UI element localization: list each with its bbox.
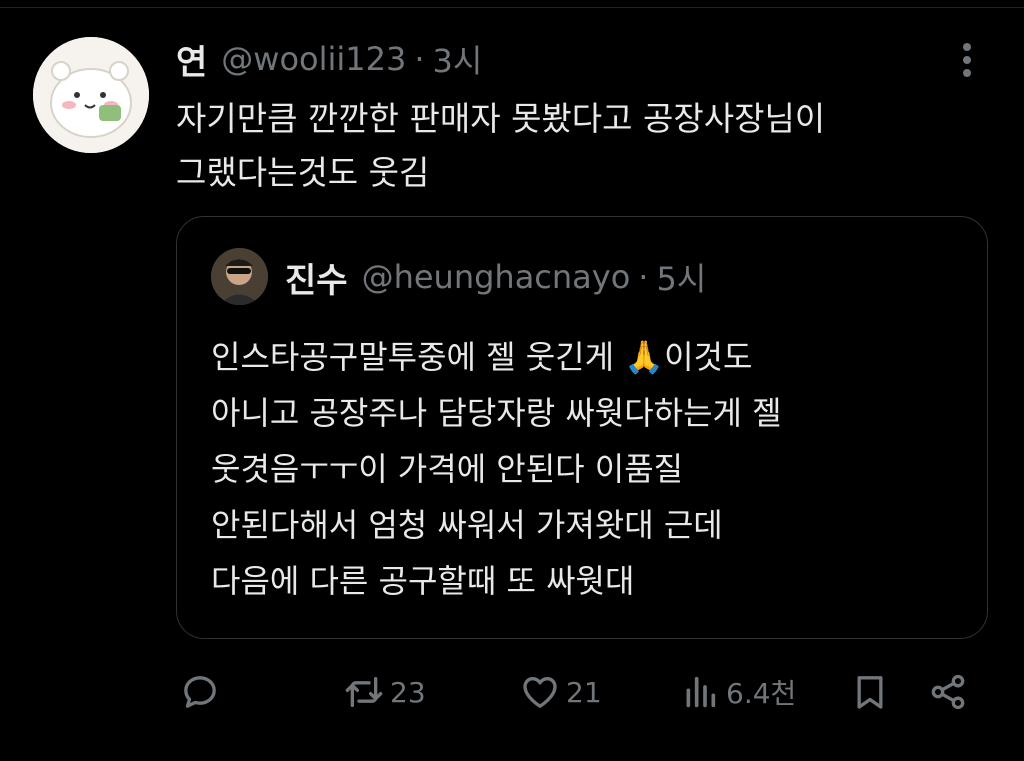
tweet-text-line: 자기만큼 깐깐한 판매자 못봤다고 공장사장님이 bbox=[176, 99, 826, 138]
views-button[interactable]: 6.4천 bbox=[680, 660, 796, 724]
views-icon bbox=[686, 676, 716, 708]
quoted-text-line: 웃겻음ㅜㅜ이 가격에 안된다 이품질 bbox=[211, 450, 684, 488]
heart-icon bbox=[523, 677, 557, 708]
separator-dot: · bbox=[414, 40, 425, 78]
tweet-header: 연 @woolii123 · 3시 bbox=[176, 34, 482, 84]
avatar[interactable] bbox=[33, 37, 149, 153]
user-handle[interactable]: @woolii123 bbox=[221, 40, 406, 78]
views-count: 6.4천 bbox=[726, 677, 797, 710]
retweet-icon bbox=[345, 677, 383, 707]
quoted-text-line: 안된다해서 엄청 싸워서 가져왓대 근데 bbox=[211, 506, 723, 544]
reply-button[interactable] bbox=[180, 660, 220, 724]
retweet-button[interactable]: 23 bbox=[344, 660, 426, 724]
tweet-text: 자기만큼 깐깐한 판매자 못봤다고 공장사장님이 그랬다는것도 웃김 bbox=[176, 92, 976, 200]
quoted-user-handle: @heunghacnayo bbox=[361, 258, 631, 296]
quoted-text-line: 다음에 다른 공구할때 또 싸웟대 bbox=[211, 562, 635, 600]
timestamp[interactable]: 3시 bbox=[433, 36, 483, 82]
tweet-text-line: 그랬다는것도 웃김 bbox=[176, 153, 430, 192]
like-button[interactable]: 21 bbox=[520, 660, 602, 724]
top-divider bbox=[0, 7, 1024, 8]
quoted-text-line: 인스타공구말투중에 젤 웃긴게 🙏이것도 bbox=[211, 338, 753, 376]
share-icon bbox=[931, 674, 965, 710]
bookmark-icon bbox=[857, 676, 883, 709]
quoted-display-name: 진수 bbox=[285, 260, 348, 301]
bookmark-button[interactable] bbox=[850, 660, 890, 724]
quoted-timestamp: 5시 bbox=[656, 260, 707, 298]
separator-dot: · bbox=[638, 258, 649, 296]
quoted-text-line: 아니고 공장주나 담당자랑 싸웟다하는게 젤 bbox=[211, 394, 782, 432]
quoted-tweet-card[interactable]: 진수 @heunghacnayo · 5시 인스타공구말투중에 젤 웃긴게 🙏이… bbox=[176, 216, 988, 639]
share-button[interactable] bbox=[928, 660, 968, 724]
like-count: 21 bbox=[566, 675, 602, 709]
display-name[interactable]: 연 bbox=[176, 35, 207, 84]
retweet-count: 23 bbox=[390, 675, 426, 709]
quoted-avatar[interactable] bbox=[211, 248, 268, 305]
quoted-tweet-text: 인스타공구말투중에 젤 웃긴게 🙏이것도 아니고 공장주나 담당자랑 싸웟다하는… bbox=[211, 329, 971, 609]
reply-icon bbox=[184, 676, 216, 708]
quoted-header: 진수 @heunghacnayo · 5시 bbox=[285, 253, 706, 301]
more-options-icon[interactable] bbox=[952, 40, 982, 80]
action-bar: 23 21 6.4천 bbox=[0, 660, 1024, 724]
